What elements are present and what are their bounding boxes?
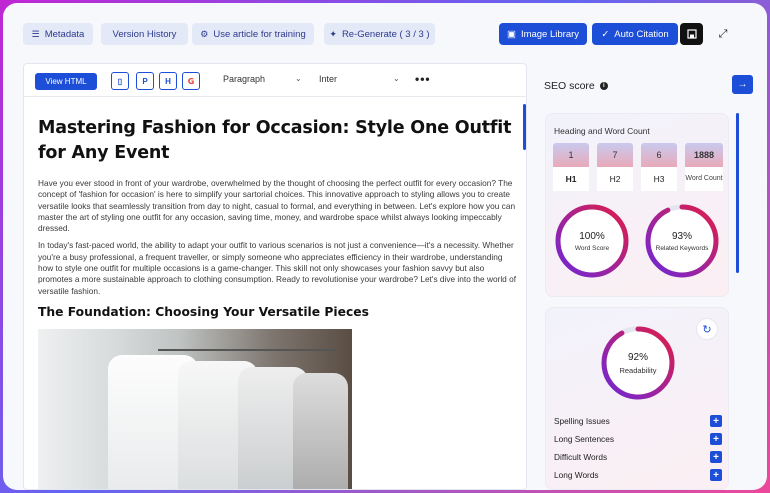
metadata-button[interactable]: ☰ Metadata <box>23 23 93 45</box>
plus-icon[interactable]: + <box>710 451 722 463</box>
panel-scrollbar[interactable] <box>736 113 739 273</box>
pdf-icon[interactable]: P <box>136 72 154 90</box>
shirt-image <box>293 372 348 489</box>
plus-icon[interactable]: + <box>710 415 722 427</box>
save-icon <box>686 29 697 39</box>
image-library-label: Image Library <box>520 28 580 40</box>
related-keywords-ring: 93% Related Keywords <box>644 203 720 279</box>
h2-label: H2 <box>597 167 633 191</box>
top-toolbar: ☰ Metadata Version History ⚙ Use article… <box>3 3 767 61</box>
issue-label: Difficult Words <box>554 452 608 462</box>
google-docs-icon[interactable]: G <box>182 72 200 90</box>
metadata-label: Metadata <box>44 28 85 40</box>
save-button[interactable] <box>680 23 703 45</box>
info-icon[interactable]: i <box>599 82 608 90</box>
issue-label: Long Sentences <box>554 434 614 444</box>
html-file-icon[interactable]: H <box>159 72 177 90</box>
issue-label: Long Words <box>554 470 599 480</box>
chevron-down-icon: ⌄ <box>295 74 302 83</box>
image-library-button[interactable]: ▣ Image Library <box>499 23 587 45</box>
brain-icon: ⚙ <box>200 28 209 39</box>
article-content[interactable]: Mastering Fashion for Occasion: Style On… <box>38 116 516 489</box>
h1-label: H1 <box>553 167 589 191</box>
h3-value: 6 <box>641 143 677 167</box>
article-paragraph: Have you ever stood in front of your war… <box>38 178 516 234</box>
word-score-label: Word Score <box>574 244 610 252</box>
word-count-label: Word Count <box>685 167 723 191</box>
related-keywords-label: Related Keywords <box>655 244 709 252</box>
image-icon: ▣ <box>506 28 516 40</box>
editor-toolbar: View HTML ▯ P H G Paragraph ⌄ Inter ⌄ ••… <box>24 64 526 97</box>
auto-citation-button[interactable]: ✓ Auto Citation <box>592 23 678 45</box>
article-image[interactable] <box>38 328 352 489</box>
use-article-training-button[interactable]: ⚙ Use article for training <box>192 23 314 45</box>
readability-card: ↻ 92% Readability Spelling Issues + Long… <box>545 307 729 490</box>
version-history-button[interactable]: Version History <box>101 23 188 45</box>
word-score-ring: 100% Word Score <box>554 203 630 279</box>
heading-card-title: Heading and Word Count <box>554 126 650 136</box>
article-title: Mastering Fashion for Occasion: Style On… <box>38 118 512 163</box>
word-score-value: 100% <box>579 230 605 242</box>
clothes-rack <box>158 348 338 351</box>
regenerate-label: Re-Generate ( 3 / 3 ) <box>341 28 430 40</box>
block-type-value: Paragraph <box>223 74 266 84</box>
use-article-label: Use article for training <box>213 28 306 40</box>
heading-word-count-card: Heading and Word Count 1 H1 7 H2 6 H3 18… <box>545 113 729 297</box>
readability-label: Readability <box>619 365 657 375</box>
app-window: ☰ Metadata Version History ⚙ Use article… <box>3 3 767 490</box>
difficult-words-row[interactable]: Difficult Words + <box>554 450 722 464</box>
view-html-label: View HTML <box>45 77 87 86</box>
h2-value: 7 <box>597 143 633 167</box>
readability-value: 92% <box>627 351 648 363</box>
seo-score-header: SEO score i <box>544 80 608 92</box>
related-keywords-value: 93% <box>671 230 692 242</box>
collapse-panel-button[interactable]: → <box>732 75 753 94</box>
issue-label: Spelling Issues <box>554 416 610 426</box>
fullscreen-button[interactable]: ⤢ <box>715 23 731 45</box>
h1-count: 1 H1 <box>553 143 589 191</box>
article-paragraph: In today's fast-paced world, the ability… <box>38 240 517 296</box>
arrow-right-icon: → <box>737 79 748 90</box>
chevron-down-icon: ⌄ <box>393 74 400 83</box>
editor-scrollbar[interactable] <box>523 104 526 150</box>
sparkle-icon: ✦ <box>329 28 337 39</box>
refresh-icon: ↻ <box>702 323 712 336</box>
refresh-button[interactable]: ↻ <box>696 318 718 340</box>
font-value: Inter <box>319 74 338 84</box>
list-icon: ☰ <box>31 28 40 39</box>
readability-ring: 92% Readability <box>600 325 676 401</box>
regenerate-button[interactable]: ✦ Re-Generate ( 3 / 3 ) <box>324 23 435 45</box>
h3-label: H3 <box>641 167 677 191</box>
check-circle-icon: ✓ <box>601 28 610 40</box>
h3-count: 6 H3 <box>641 143 677 191</box>
word-count-value: 1888 <box>685 143 723 167</box>
more-options-icon[interactable]: ••• <box>415 72 431 86</box>
font-select[interactable]: Inter ⌄ <box>319 74 400 84</box>
auto-citation-label: Auto Citation <box>614 28 669 40</box>
seo-score-title: SEO score <box>544 80 595 92</box>
spelling-issues-row[interactable]: Spelling Issues + <box>554 414 722 428</box>
plus-icon[interactable]: + <box>710 469 722 481</box>
long-words-row[interactable]: Long Words + <box>554 468 722 482</box>
version-history-label: Version History <box>112 28 177 40</box>
article-subheading: The Foundation: Choosing Your Versatile … <box>38 304 369 319</box>
h2-count: 7 H2 <box>597 143 633 191</box>
long-sentences-row[interactable]: Long Sentences + <box>554 432 722 446</box>
plus-icon[interactable]: + <box>710 433 722 445</box>
expand-icon: ⤢ <box>718 27 728 40</box>
word-count: 1888 Word Count <box>685 143 723 191</box>
article-editor[interactable]: View HTML ▯ P H G Paragraph ⌄ Inter ⌄ ••… <box>23 63 527 490</box>
h1-value: 1 <box>553 143 589 167</box>
docx-icon[interactable]: ▯ <box>111 72 129 90</box>
view-html-button[interactable]: View HTML <box>35 73 97 90</box>
block-type-select[interactable]: Paragraph ⌄ <box>223 74 302 84</box>
